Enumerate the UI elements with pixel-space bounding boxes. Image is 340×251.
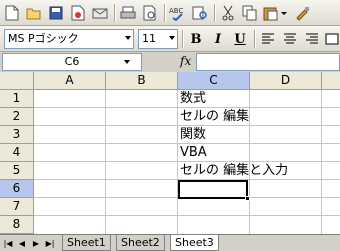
merge-center-icon[interactable] <box>322 29 340 49</box>
column-header[interactable]: A <box>34 72 106 90</box>
row-header[interactable]: 1 <box>0 90 34 108</box>
row-header[interactable]: 8 <box>0 216 34 234</box>
formula-input[interactable] <box>196 53 340 71</box>
insert-function-button[interactable]: fx <box>180 54 191 68</box>
first-sheet-icon[interactable]: |◀ <box>2 237 14 249</box>
row-header[interactable]: 3 <box>0 126 34 144</box>
new-icon[interactable] <box>2 3 22 23</box>
sheet-tab-bar: |◀ ◀ ▶ ▶| Sheet1 Sheet2 Sheet3 <box>0 234 340 251</box>
save-icon[interactable] <box>46 3 66 23</box>
cell-c3[interactable]: 関数 <box>180 126 206 144</box>
row-header[interactable]: 4 <box>0 144 34 162</box>
formula-bar: C6 fx <box>0 52 340 72</box>
formatting-toolbar: MS Pゴシック 11 B I U <box>0 26 340 52</box>
tab-sheet3[interactable]: Sheet3 <box>170 235 219 251</box>
email-icon[interactable] <box>90 3 110 23</box>
name-box[interactable]: C6 <box>2 53 142 71</box>
active-cell-c6[interactable] <box>178 180 248 199</box>
row-header[interactable]: 6 <box>0 180 34 198</box>
copy-icon[interactable] <box>240 3 260 23</box>
align-right-icon[interactable] <box>302 29 322 49</box>
fill-handle[interactable] <box>245 196 250 201</box>
row-header[interactable]: 5 <box>0 162 34 180</box>
format-painter-icon[interactable] <box>292 3 312 23</box>
column-header[interactable]: D <box>250 72 322 90</box>
cell-c1[interactable]: 数式 <box>180 90 206 108</box>
last-sheet-icon[interactable]: ▶| <box>44 237 56 249</box>
paste-icon[interactable] <box>262 3 288 23</box>
cell-c5[interactable]: セルの 編集と入力 <box>180 162 288 180</box>
research-icon[interactable] <box>190 3 210 23</box>
name-box-value: C6 <box>64 55 80 68</box>
column-header[interactable]: B <box>106 72 178 90</box>
font-size-value: 11 <box>142 32 156 45</box>
underline-button[interactable]: U <box>230 29 250 49</box>
worksheet-grid[interactable]: A B C D 1 2 3 4 5 6 7 8 数式 セルの 編集 関数 VBA… <box>0 72 340 234</box>
row-header[interactable]: 2 <box>0 108 34 126</box>
permission-icon[interactable] <box>68 3 88 23</box>
column-header[interactable]: C <box>178 72 250 90</box>
spelling-icon[interactable]: ABC <box>168 3 188 23</box>
chevron-down-icon <box>169 36 175 40</box>
align-left-icon[interactable] <box>258 29 278 49</box>
open-icon[interactable] <box>24 3 44 23</box>
print-preview-icon[interactable] <box>140 3 160 23</box>
chevron-down-icon[interactable] <box>124 60 130 64</box>
cell-c4[interactable]: VBA <box>180 144 207 162</box>
column-header[interactable] <box>322 72 340 90</box>
select-all-button[interactable] <box>0 72 34 90</box>
italic-button[interactable]: I <box>208 29 228 49</box>
font-name-select[interactable]: MS Pゴシック <box>4 29 134 49</box>
tab-sheet1[interactable]: Sheet1 <box>62 235 111 251</box>
cut-icon[interactable] <box>218 3 238 23</box>
cell-c2[interactable]: セルの 編集 <box>180 108 249 126</box>
font-name-value: MS Pゴシック <box>8 32 79 45</box>
print-icon[interactable] <box>118 3 138 23</box>
prev-sheet-icon[interactable]: ◀ <box>16 237 28 249</box>
chevron-down-icon <box>125 36 131 40</box>
tab-sheet2[interactable]: Sheet2 <box>116 235 165 251</box>
row-header[interactable]: 7 <box>0 198 34 216</box>
standard-toolbar: ABC <box>0 0 340 26</box>
align-center-icon[interactable] <box>280 29 300 49</box>
bold-button[interactable]: B <box>186 29 206 49</box>
font-size-select[interactable]: 11 <box>138 29 178 49</box>
next-sheet-icon[interactable]: ▶ <box>30 237 42 249</box>
